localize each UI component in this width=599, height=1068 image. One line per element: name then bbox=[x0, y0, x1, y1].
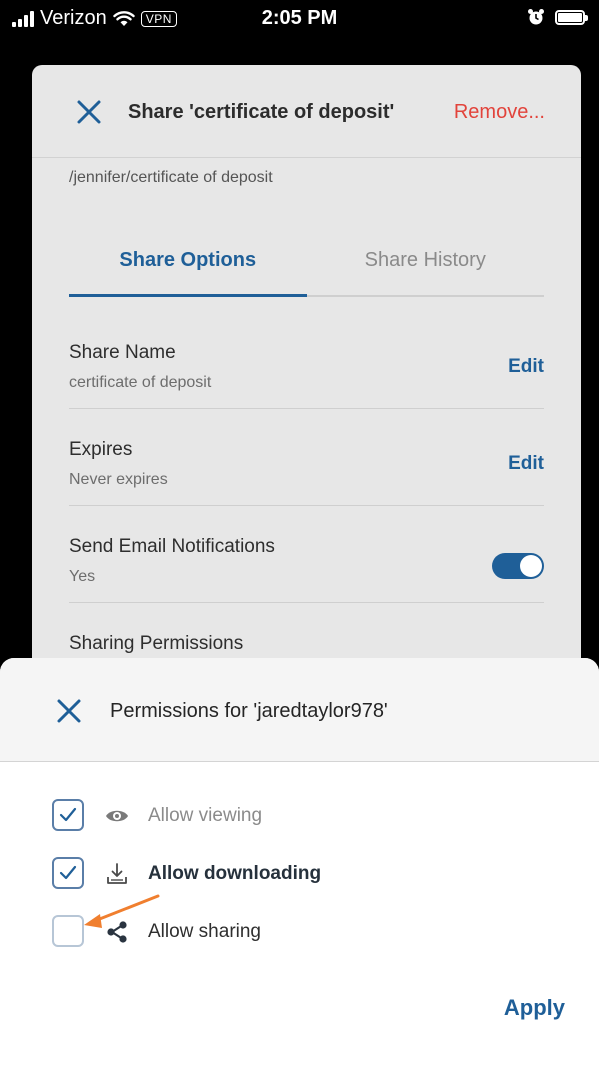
checkmark-icon bbox=[59, 807, 77, 822]
share-modal-title: Share 'certificate of deposit' bbox=[128, 101, 395, 123]
annotation-arrow-icon bbox=[84, 894, 160, 928]
status-bar: Verizon VPN 2:05 PM bbox=[0, 0, 599, 40]
apply-button[interactable]: Apply bbox=[504, 995, 565, 1021]
permission-label: Allow viewing bbox=[148, 805, 263, 826]
permission-row-downloading: Allow downloading bbox=[52, 857, 472, 891]
checkmark-icon bbox=[59, 865, 77, 880]
permissions-title: Permissions for 'jaredtaylor978' bbox=[110, 700, 388, 722]
alarm-icon bbox=[528, 9, 544, 25]
close-icon[interactable] bbox=[76, 99, 102, 125]
option-label: Sharing Permissions bbox=[69, 633, 244, 654]
close-icon[interactable] bbox=[56, 698, 82, 724]
edit-expires-button[interactable]: Edit bbox=[508, 453, 544, 475]
eye-icon bbox=[106, 810, 128, 822]
status-time: 2:05 PM bbox=[261, 7, 338, 29]
status-right bbox=[527, 8, 588, 26]
share-modal-header: Share 'certificate of deposit' Remove... bbox=[32, 65, 581, 158]
option-value: Never expires bbox=[69, 471, 168, 488]
share-path: /jennifer/certificate of deposit bbox=[69, 169, 273, 186]
option-value: Yes bbox=[69, 568, 96, 585]
allow-downloading-checkbox[interactable] bbox=[52, 857, 84, 889]
permission-row-viewing: Allow viewing bbox=[52, 799, 472, 833]
remove-button[interactable]: Remove... bbox=[454, 101, 545, 124]
share-tabs: Share Options Share History bbox=[69, 235, 544, 297]
option-email-notifications: Send Email Notifications Yes bbox=[69, 506, 544, 603]
email-notifications-toggle[interactable] bbox=[492, 553, 544, 579]
option-label: Expires bbox=[69, 439, 133, 460]
permission-label: Allow downloading bbox=[148, 863, 322, 884]
tab-share-options[interactable]: Share Options bbox=[69, 235, 307, 297]
download-icon bbox=[107, 863, 127, 884]
share-modal: Share 'certificate of deposit' Remove...… bbox=[32, 65, 581, 705]
permissions-sheet-header: Permissions for 'jaredtaylor978' bbox=[0, 658, 599, 762]
toggle-knob bbox=[520, 555, 542, 577]
option-label: Share Name bbox=[69, 342, 176, 363]
option-label: Send Email Notifications bbox=[69, 536, 275, 557]
edit-share-name-button[interactable]: Edit bbox=[508, 356, 544, 378]
option-share-name: Share Name certificate of deposit Edit bbox=[69, 312, 544, 409]
option-expires: Expires Never expires Edit bbox=[69, 409, 544, 506]
battery-icon bbox=[555, 9, 588, 25]
option-value: certificate of deposit bbox=[69, 374, 212, 391]
allow-viewing-checkbox[interactable] bbox=[52, 799, 84, 831]
tab-share-history[interactable]: Share History bbox=[307, 235, 545, 295]
